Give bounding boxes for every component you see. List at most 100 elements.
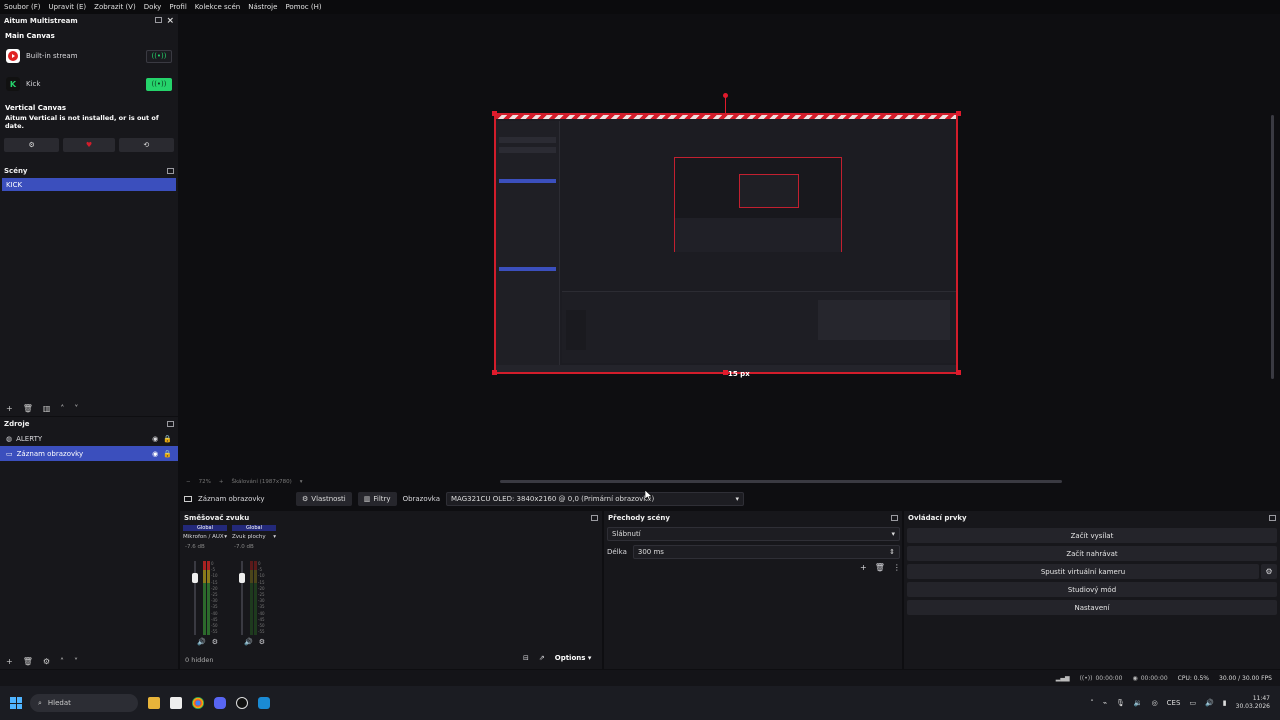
audio-mixer-dock: Směšovač zvuku Global Mikrofon / AUX ▾ -7… — [180, 511, 602, 669]
menu-profile[interactable]: Profil — [169, 3, 186, 11]
menu-scene-collection[interactable]: Kolekce scén — [195, 3, 240, 11]
gear-icon[interactable]: ⚙ — [212, 638, 218, 646]
filters-button[interactable]: ▥ Filtry — [357, 492, 397, 506]
undock-icon[interactable] — [155, 17, 163, 23]
donate-button[interactable]: ♥ — [63, 138, 115, 152]
zoom-in-icon[interactable]: + — [219, 479, 224, 485]
language-indicator[interactable]: CES — [1167, 699, 1181, 707]
volume-meter — [207, 561, 210, 635]
resize-handle-tr[interactable] — [956, 111, 961, 116]
close-icon[interactable]: × — [166, 16, 174, 26]
resize-handle-tl[interactable] — [492, 111, 497, 116]
chevron-up-icon[interactable]: ˄ — [60, 404, 64, 413]
options-button[interactable]: Options ▾ — [555, 654, 592, 662]
main-canvas-label: Main Canvas — [5, 32, 55, 40]
undock-icon[interactable] — [1269, 515, 1276, 521]
source-toolbar: Záznam obrazovky ⚙ Vlastnosti ▥ Filtry Obr… — [180, 490, 1280, 508]
trash-icon[interactable]: 🗑 — [23, 657, 33, 666]
speaker-icon[interactable]: 🔊 — [244, 638, 253, 646]
eye-icon[interactable]: ◉ — [152, 450, 158, 458]
virtual-camera-settings-button[interactable]: ⚙ — [1261, 564, 1277, 579]
chevron-down-icon[interactable]: ˅ — [74, 404, 78, 413]
menu-tools[interactable]: Nástroje — [248, 3, 277, 11]
battery-icon[interactable]: ▮ — [1223, 699, 1227, 707]
volume-slider-handle[interactable] — [192, 573, 198, 583]
stream-toggle-kick[interactable]: ((•)) — [146, 77, 172, 91]
lock-icon[interactable]: 🔒 — [163, 450, 172, 458]
resize-handle-br[interactable] — [956, 370, 961, 375]
resize-handle-bl[interactable] — [492, 370, 497, 375]
obs-icon[interactable] — [236, 697, 248, 709]
discord-icon[interactable] — [214, 697, 226, 709]
clock[interactable]: 11:47 30.03.2026 — [1236, 695, 1270, 711]
volume-slider-handle[interactable] — [239, 573, 245, 583]
layout-icon[interactable]: ⊟ — [523, 654, 529, 662]
undock-icon[interactable] — [591, 515, 598, 521]
start-streaming-button[interactable]: Začít vysílat — [907, 528, 1277, 543]
filter-icon[interactable]: ▥ — [43, 404, 51, 413]
menu-file[interactable]: Soubor (F) — [4, 3, 40, 11]
chevron-down-icon[interactable]: ▾ — [224, 534, 227, 540]
start-recording-button[interactable]: Začít nahrávat — [907, 546, 1277, 561]
stream-status-icon: ((•)) — [1079, 674, 1093, 682]
settings-button[interactable]: Nastavení — [907, 600, 1277, 615]
gear-icon[interactable]: ⚙ — [259, 638, 265, 646]
preview-canvas[interactable] — [494, 113, 958, 374]
lock-icon[interactable]: 🔒 — [163, 435, 172, 443]
trash-icon[interactable]: 🗑 — [875, 563, 885, 572]
file-explorer-icon[interactable] — [148, 697, 160, 709]
help-button[interactable]: ⟲ — [118, 138, 174, 152]
gear-icon[interactable]: ⚙ — [43, 657, 50, 666]
stream-toggle-builtin[interactable]: ((•)) — [146, 49, 172, 63]
transitions-title-bar: Přechody scény — [604, 511, 902, 525]
horizontal-scrollbar[interactable] — [500, 480, 1062, 483]
transition-select[interactable]: Slábnutí ▾ — [607, 527, 900, 541]
search-icon: ⌕ — [38, 698, 42, 707]
source-item-alerty[interactable]: ◍ ALERTY ◉ 🔒 — [0, 431, 178, 446]
notepad-icon[interactable] — [170, 697, 182, 709]
chevron-down-icon[interactable]: ▾ — [300, 479, 303, 485]
chrome-icon[interactable] — [192, 697, 204, 709]
gear-icon: ⚙ — [1265, 567, 1273, 576]
chevron-up-icon[interactable]: ˄ — [60, 657, 64, 666]
record-time: 00:00:00 — [1140, 674, 1168, 682]
zoom-out-icon[interactable]: − — [186, 479, 191, 485]
windows-start-icon[interactable] — [10, 697, 22, 709]
speaker-icon[interactable]: 🔊 — [1205, 699, 1214, 707]
more-icon[interactable]: ⋮ — [893, 563, 901, 572]
settings-button[interactable]: ⚙ — [4, 138, 60, 152]
properties-button[interactable]: ⚙ Vlastnosti — [296, 492, 352, 506]
volume-icon[interactable]: 🔉 — [1134, 699, 1143, 707]
network-icon[interactable]: ◎ — [1152, 699, 1158, 707]
menu-edit[interactable]: Upravit (E) — [48, 3, 86, 11]
trash-icon[interactable]: 🗑 — [23, 404, 33, 413]
undock-icon[interactable] — [167, 421, 174, 427]
source-item-screen-capture[interactable]: ▭ Záznam obrazovky ◉ 🔒 — [0, 446, 178, 461]
eye-icon[interactable]: ◉ — [152, 435, 158, 443]
display-select[interactable]: MAG321CU OLED: 3840x2160 @ 0,0 (Primární… — [446, 492, 745, 506]
vertical-scrollbar[interactable] — [1271, 115, 1274, 379]
tray-app-icon[interactable]: ⌁ — [1103, 699, 1107, 707]
display-icon[interactable]: ▭ — [1189, 699, 1196, 707]
link-icon[interactable]: ⇗ — [539, 654, 545, 662]
chevron-up-icon[interactable]: ˄ — [1090, 699, 1094, 707]
sources-toolbar: + 🗑 ⚙ ˄ ˅ — [0, 654, 78, 668]
taskbar-search[interactable]: ⌕ Hledat — [30, 694, 138, 712]
chevron-down-icon[interactable]: ˅ — [74, 657, 78, 666]
undock-icon[interactable] — [891, 515, 898, 521]
add-icon[interactable]: + — [6, 404, 13, 413]
duration-input[interactable]: 300 ms ⇕ — [632, 545, 900, 559]
add-icon[interactable]: + — [6, 657, 13, 666]
menu-help[interactable]: Pomoc (H) — [285, 3, 321, 11]
menu-view[interactable]: Zobrazit (V) — [94, 3, 136, 11]
add-icon[interactable]: + — [860, 563, 867, 572]
chevron-down-icon[interactable]: ▾ — [273, 534, 276, 540]
studio-mode-button[interactable]: Studiový mód — [907, 582, 1277, 597]
scene-item-kick[interactable]: KICK — [2, 178, 176, 191]
start-virtual-camera-button[interactable]: Spustit virtuální kameru — [907, 564, 1259, 579]
menu-docks[interactable]: Doky — [144, 3, 162, 11]
app-icon[interactable] — [258, 697, 270, 709]
undock-icon[interactable] — [167, 168, 174, 174]
microphone-icon[interactable]: 🎙 — [1116, 699, 1125, 707]
speaker-icon[interactable]: 🔊 — [197, 638, 206, 646]
